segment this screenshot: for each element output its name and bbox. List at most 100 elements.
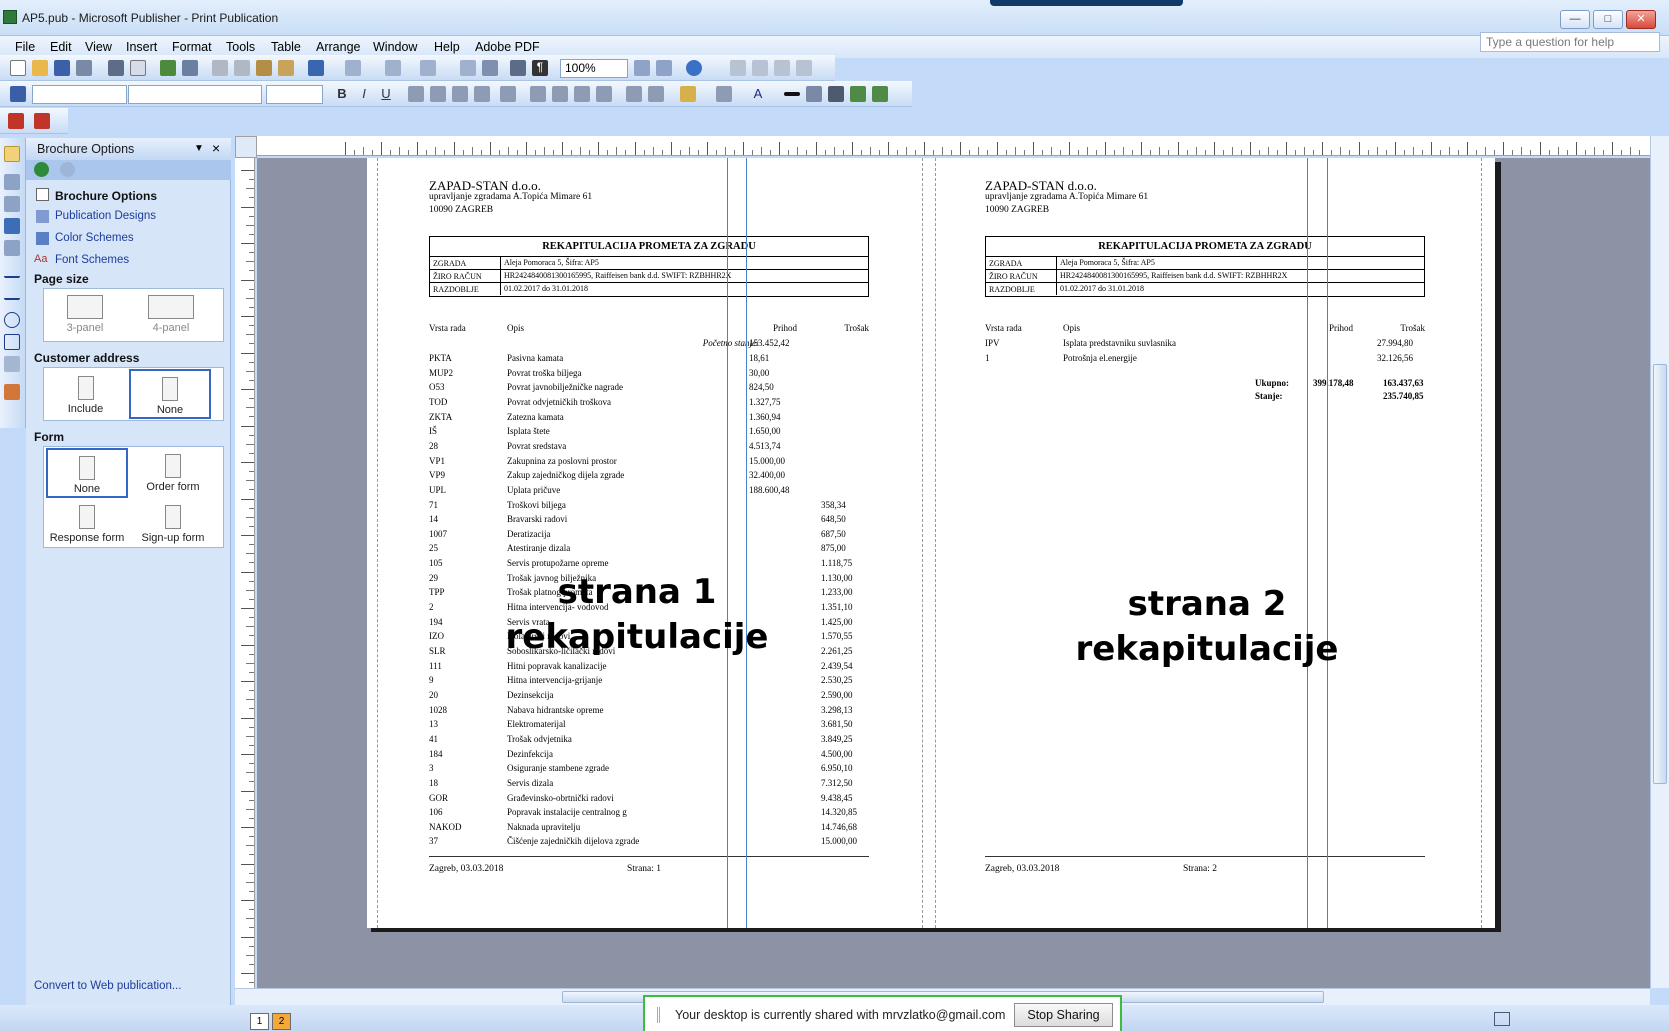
new-icon[interactable] <box>10 60 26 76</box>
form-order-form[interactable]: Order form <box>132 448 214 498</box>
cut-icon[interactable] <box>212 60 228 76</box>
menu-format[interactable]: Format <box>172 40 212 54</box>
justify-icon[interactable] <box>474 86 490 102</box>
dash-style-icon[interactable] <box>806 86 822 102</box>
page-2-overlay-text[interactable]: strana 2 rekapitulacije <box>1057 582 1357 672</box>
form-response-form[interactable]: Response form <box>46 499 128 547</box>
zoom-in-icon[interactable] <box>656 60 672 76</box>
research-icon[interactable] <box>182 60 198 76</box>
numbering-icon[interactable] <box>530 86 546 102</box>
italic-icon[interactable]: I <box>356 86 372 102</box>
text-box-icon[interactable] <box>4 174 20 190</box>
font-size-combo[interactable] <box>266 85 323 104</box>
zoom-combo[interactable]: 100% <box>560 59 628 78</box>
page-2[interactable]: ZAPAD-STAN d.o.o. upravljanje zgradama A… <box>985 178 1425 928</box>
copy-icon[interactable] <box>234 60 250 76</box>
print-preview-icon[interactable] <box>130 60 146 76</box>
link-icon[interactable] <box>730 60 746 76</box>
columns-icon[interactable] <box>510 60 526 76</box>
page-size-4-panel[interactable]: 4-panel <box>140 289 202 339</box>
grow-font-icon[interactable] <box>626 86 642 102</box>
menu-file[interactable]: File <box>15 40 35 54</box>
line-spacing-icon[interactable] <box>500 86 516 102</box>
save-icon[interactable] <box>54 60 70 76</box>
brochure-options-link[interactable]: Brochure Options <box>55 189 157 203</box>
open-icon[interactable] <box>32 60 48 76</box>
stop-sharing-button[interactable]: Stop Sharing <box>1014 1003 1113 1027</box>
zoom-area-icon[interactable] <box>482 60 498 76</box>
align-left-icon[interactable] <box>408 86 424 102</box>
format-painter-icon[interactable] <box>278 60 294 76</box>
font-schemes-link[interactable]: Font Schemes <box>55 254 129 266</box>
oval-icon[interactable] <box>4 312 20 328</box>
print-setup-icon[interactable] <box>76 60 92 76</box>
wordart-icon[interactable] <box>4 218 20 234</box>
pilcrow-icon[interactable]: ¶ <box>532 60 548 76</box>
menu-view[interactable]: View <box>85 40 112 54</box>
vertical-scrollbar[interactable] <box>1650 136 1669 988</box>
break-link-icon[interactable] <box>752 60 768 76</box>
bold-icon[interactable]: B <box>334 86 350 102</box>
chevron-down-icon[interactable]: ▼ <box>194 143 204 154</box>
arrow-style-icon[interactable] <box>828 86 844 102</box>
zoom-out-icon[interactable] <box>634 60 650 76</box>
paste-icon[interactable] <box>256 60 272 76</box>
shadow-style-icon[interactable] <box>850 86 866 102</box>
column-guide[interactable] <box>1307 158 1308 928</box>
column-guide[interactable] <box>1327 158 1328 928</box>
menu-tools[interactable]: Tools <box>226 40 255 54</box>
print-icon[interactable] <box>108 60 124 76</box>
publisher-app-icon[interactable] <box>3 10 17 24</box>
color-schemes-link[interactable]: Color Schemes <box>55 232 134 244</box>
rectangle-icon[interactable] <box>4 334 20 350</box>
page-1[interactable]: ZAPAD-STAN d.o.o. upravljanje zgradama A… <box>429 178 869 928</box>
align-right-icon[interactable] <box>452 86 468 102</box>
shrink-font-icon[interactable] <box>648 86 664 102</box>
publication-designs-link[interactable]: Publication Designs <box>55 210 156 222</box>
redo-icon[interactable] <box>345 60 361 76</box>
menu-help[interactable]: Help <box>434 40 460 54</box>
close-button[interactable]: ✕ <box>1626 10 1656 29</box>
help-search-input[interactable]: Type a question for help <box>1480 32 1660 52</box>
help-icon[interactable] <box>686 60 702 76</box>
menu-adobe-pdf[interactable]: Adobe PDF <box>475 40 540 54</box>
convert-and-email-icon[interactable] <box>34 113 50 129</box>
minimize-button[interactable]: — <box>1560 10 1590 29</box>
line-color-icon[interactable] <box>716 86 732 102</box>
menu-table[interactable]: Table <box>271 40 301 54</box>
convert-to-pdf-icon[interactable] <box>8 113 24 129</box>
arrow-icon[interactable] <box>4 290 20 300</box>
line-style-icon[interactable] <box>784 92 800 96</box>
drag-handle-icon[interactable] <box>657 1007 660 1023</box>
style-combo[interactable] <box>32 85 127 104</box>
page-tab-1[interactable]: 1 <box>250 1013 269 1030</box>
page-tab-2[interactable]: 2 <box>272 1013 291 1030</box>
form-none[interactable]: None <box>46 448 128 498</box>
horizontal-ruler[interactable] <box>257 136 1650 156</box>
convert-to-web-link[interactable]: Convert to Web publication... <box>34 980 181 992</box>
insert-table-icon[interactable] <box>4 196 20 212</box>
styles-icon[interactable] <box>10 86 26 102</box>
design-gallery-icon[interactable] <box>4 384 20 400</box>
column-guide[interactable] <box>727 158 728 928</box>
picture-frame-icon[interactable] <box>4 240 20 256</box>
page-1-overlay-text[interactable]: strana 1 rekapitulacije <box>487 570 787 660</box>
vertical-ruler[interactable] <box>235 158 255 988</box>
next-frame-icon[interactable] <box>796 60 812 76</box>
bullets-icon[interactable] <box>552 86 568 102</box>
customer-address-include[interactable]: Include <box>47 370 124 418</box>
close-pane-icon[interactable]: × <box>212 140 220 156</box>
autoshapes-icon[interactable] <box>4 356 20 372</box>
menu-insert[interactable]: Insert <box>126 40 157 54</box>
vertical-scroll-thumb[interactable] <box>1653 364 1667 784</box>
bring-to-front-icon[interactable] <box>385 60 401 76</box>
ruler-corner[interactable] <box>235 136 257 158</box>
increase-indent-icon[interactable] <box>596 86 612 102</box>
font-combo[interactable] <box>128 85 262 104</box>
rotate-icon[interactable] <box>420 60 436 76</box>
document-workspace[interactable]: ZAPAD-STAN d.o.o. upravljanje zgradama A… <box>257 158 1650 988</box>
page-size-3-panel[interactable]: 3-panel <box>54 289 116 339</box>
menu-window[interactable]: Window <box>373 40 417 54</box>
back-icon[interactable] <box>34 162 49 177</box>
spelling-icon[interactable] <box>160 60 176 76</box>
